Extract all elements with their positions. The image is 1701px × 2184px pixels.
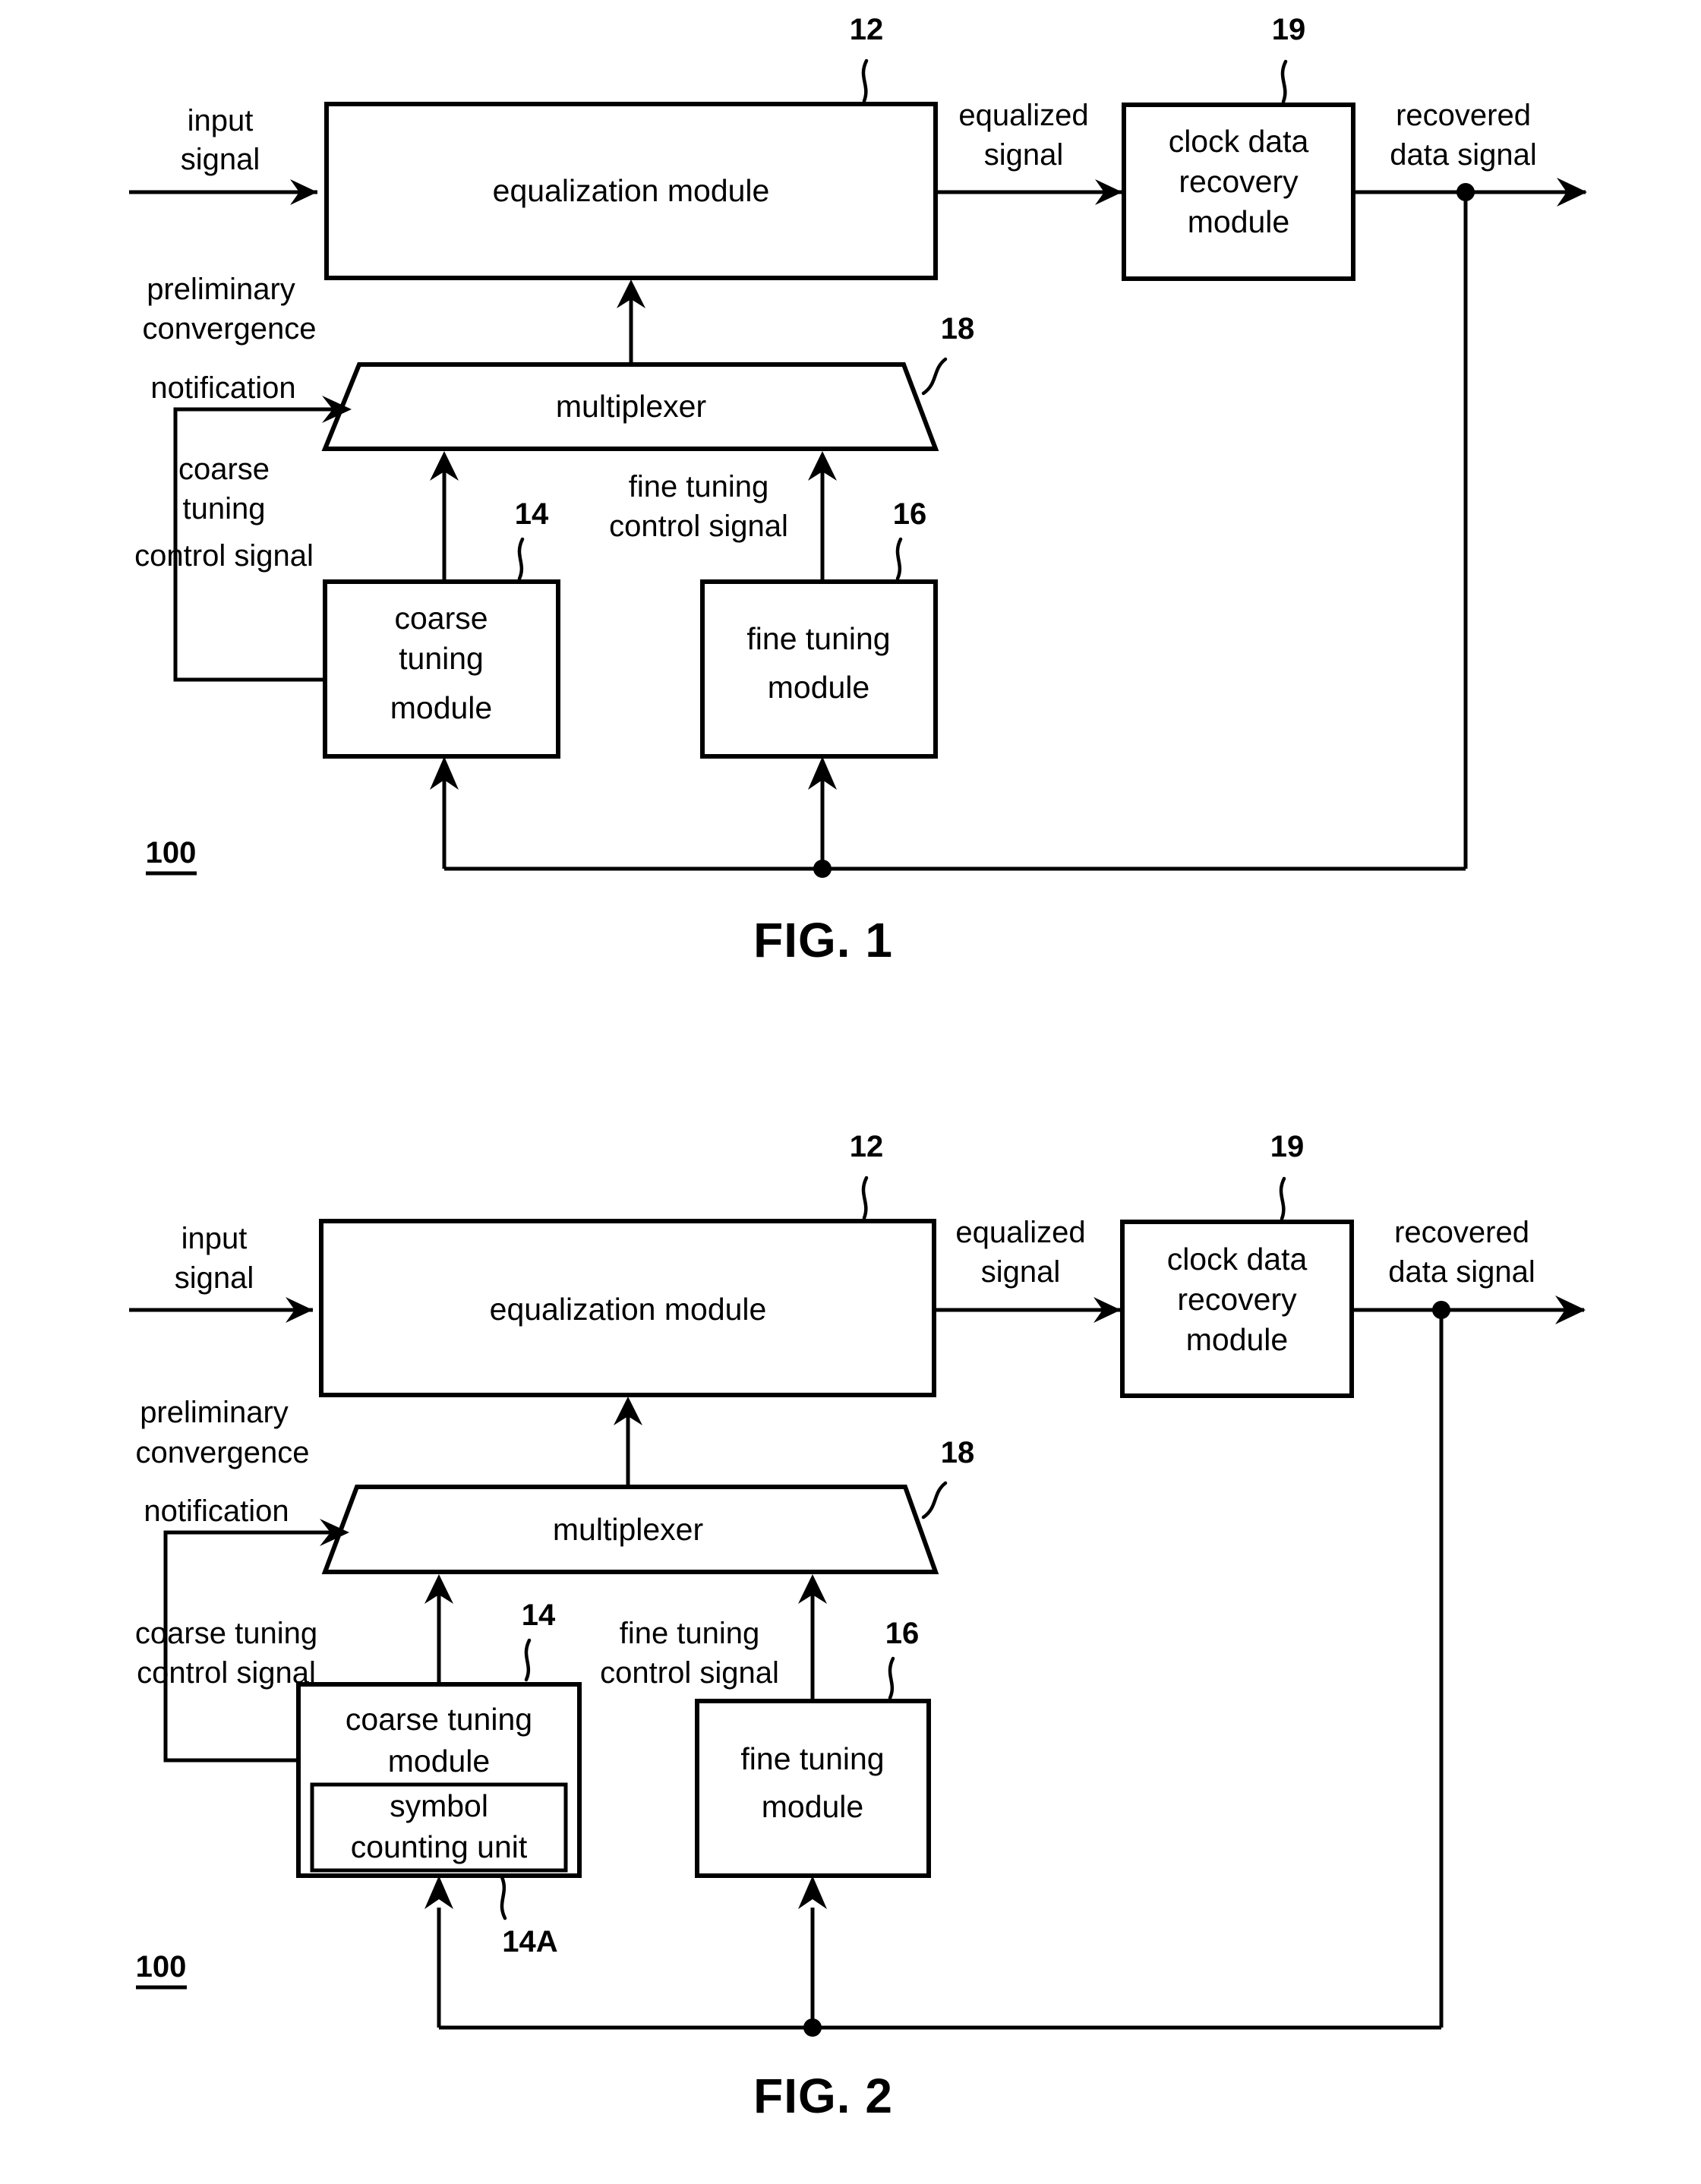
fig2-symbol-counting-label-line2: counting unit (351, 1829, 528, 1864)
fig1-caption: FIG. 1 (753, 913, 893, 967)
patent-drawing-sheet: equalization module 12 input signal equa… (0, 0, 1701, 2184)
fig1-recovered-label-line1: recovered (1396, 99, 1531, 132)
fig2-fine-tuning-module-box (695, 1699, 931, 1878)
figures-canvas: equalization module 12 input signal equa… (129, 13, 1587, 2123)
fig2-fine-control-label-line1: fine tuning (620, 1617, 760, 1650)
fig2-cdr-label-line1: clock data (1167, 1242, 1308, 1277)
fig2-ref-14: 14 (522, 1599, 556, 1632)
fig1-coarse-module-label-line1: coarse (394, 601, 488, 636)
fig2-coarse-module-label-line2: module (388, 1744, 490, 1778)
fig2-feedback-to-coarse-arrowhead (424, 1876, 453, 1909)
fig1-fine-control-label-line2: control signal (609, 510, 788, 543)
fig2-preliminary-label-line3: notification (144, 1494, 289, 1528)
fig2-equalization-module-label: equalization module (490, 1292, 767, 1327)
fig2-multiplexer-label: multiplexer (553, 1512, 703, 1547)
fig1-fine-module-label-line1: fine tuning (746, 621, 890, 656)
fig1-equalized-signal-label-line1: equalized (958, 99, 1088, 132)
fig2-preliminary-label-line2: convergence (135, 1436, 309, 1469)
fig2-caption: FIG. 2 (753, 2069, 893, 2123)
fig2-coarse-module-label-line1: coarse tuning (346, 1702, 532, 1737)
fig2-cdr-label-line2: recovery (1177, 1282, 1297, 1317)
fig2-preliminary-label-line1: preliminary (140, 1396, 289, 1429)
fig1-fine-control-label-line1: fine tuning (629, 470, 769, 503)
fig1-ref-18-leader (921, 357, 948, 396)
fig2-ref-12: 12 (850, 1130, 884, 1163)
fig2-symbol-counting-label-line1: symbol (390, 1788, 488, 1823)
fig1-coarse-module-label-line2: tuning (399, 641, 484, 676)
fig1-coarse-control-label-line1: coarse (178, 453, 270, 486)
fig2-fine-control-label-line2: control signal (600, 1656, 779, 1690)
fig1-coarse-control-label-line3: control signal (134, 539, 314, 573)
fig2-system-ref-100: 100 (136, 1950, 187, 1984)
fig2-ref-19: 19 (1270, 1130, 1305, 1163)
fig2-fine-module-label-line2: module (762, 1789, 863, 1824)
figure-1: equalization module 12 input signal equa… (129, 13, 1587, 967)
fig1-coarse-module-label-line3: module (390, 690, 492, 725)
fig1-preliminary-label-line3: notification (150, 371, 295, 405)
fig1-ref-12-leader (861, 58, 869, 103)
fig2-recovered-label-line1: recovered (1394, 1216, 1529, 1249)
fig1-ref-12: 12 (850, 13, 884, 46)
fig1-preliminary-label-line2: convergence (142, 312, 316, 346)
fig1-cdr-label-line3: module (1188, 204, 1289, 239)
fig1-cdr-label-line1: clock data (1169, 124, 1309, 159)
fig2-input-signal-label-line1: input (181, 1222, 248, 1255)
fig2-ref-19-leader (1279, 1176, 1286, 1221)
fig1-system-ref-100: 100 (146, 836, 197, 869)
fig1-fine-module-label-line2: module (768, 670, 869, 705)
fig1-ref-19: 19 (1272, 13, 1306, 46)
fig2-equalized-signal-label-line1: equalized (955, 1216, 1085, 1249)
fig2-cdr-label-line3: module (1186, 1322, 1288, 1357)
fig1-equalization-module-label: equalization module (493, 173, 770, 208)
fig2-equalized-signal-label-line2: signal (981, 1255, 1061, 1289)
fig1-ref-16-leader (895, 537, 903, 581)
fig1-ref-16: 16 (893, 497, 927, 531)
fig2-ref-14-leader (524, 1638, 532, 1682)
fig1-preliminary-label-line1: preliminary (147, 273, 295, 306)
fig2-coarse-control-label-line2: control signal (137, 1656, 316, 1690)
fig1-coarse-control-label-line2: tuning (183, 492, 266, 525)
fig1-ref-14: 14 (515, 497, 549, 531)
fig2-input-signal-label-line2: signal (175, 1261, 254, 1295)
fig2-ref-14A-leader (500, 1875, 507, 1920)
fig1-recovered-label-line2: data signal (1390, 138, 1536, 172)
fig2-recovered-label-line2: data signal (1388, 1255, 1535, 1289)
fig2-ref-18: 18 (941, 1436, 975, 1469)
fig2-ref-18-leader (921, 1481, 948, 1520)
fig1-input-signal-label-line2: signal (181, 143, 260, 176)
fig1-ref-14-leader (517, 537, 525, 581)
fig2-feedback-to-fine-arrowhead (798, 1876, 827, 1909)
fig1-ref-18: 18 (941, 312, 975, 346)
fig2-ref-14A: 14A (502, 1925, 557, 1958)
fig2-ref-16-leader (888, 1656, 895, 1700)
fig1-multiplexer-label: multiplexer (556, 389, 706, 424)
fig1-ref-19-leader (1280, 59, 1288, 104)
fig2-fine-module-label-line1: fine tuning (740, 1741, 884, 1776)
fig2-ref-12-leader (861, 1176, 869, 1220)
figure-2: equalization module 12 input signal equa… (129, 1130, 1586, 2123)
fig1-input-signal-label-line1: input (188, 104, 254, 137)
fig2-ref-16: 16 (885, 1617, 920, 1650)
fig1-equalized-signal-label-line2: signal (984, 138, 1064, 172)
fig1-cdr-label-line2: recovery (1179, 164, 1299, 199)
fig1-fine-tuning-module-box (700, 579, 938, 759)
fig2-coarse-control-label-line1: coarse tuning (135, 1617, 317, 1650)
